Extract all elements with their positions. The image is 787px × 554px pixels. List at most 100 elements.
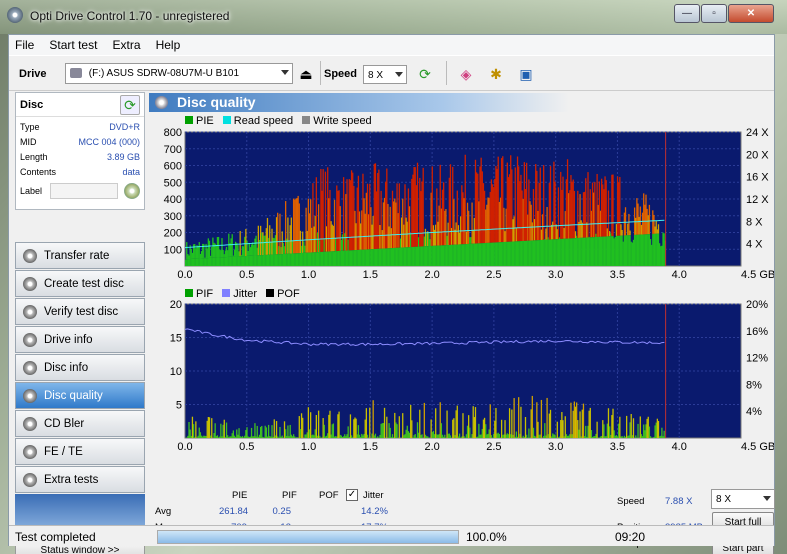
refresh-icon[interactable]: ⟳: [414, 63, 436, 85]
stats-avg-pie: 261.84: [219, 506, 249, 517]
y-tick-label: 5: [176, 400, 182, 412]
speed-label: Speed: [324, 68, 358, 80]
y-tick-label: 300: [164, 211, 182, 223]
disc-value: 3.89 GB: [106, 152, 140, 162]
legend-label: Jitter: [233, 288, 258, 300]
nav-label: Create test disc: [44, 278, 124, 290]
jitter-checkbox[interactable]: ✓: [346, 489, 358, 501]
test-speed-select[interactable]: 8 X: [711, 489, 775, 509]
chevron-down-icon: [395, 72, 403, 77]
legend-swatch: [222, 116, 231, 124]
x-tick-label: 0.5: [239, 269, 254, 281]
legend-label: PIE: [196, 115, 214, 127]
stats-header-pof: POF: [319, 490, 339, 501]
y-right-tick-label: 20%: [746, 300, 768, 311]
progress-fill: [158, 531, 458, 543]
create-disc-icon: [23, 277, 37, 291]
x-tick-label: 2.5: [486, 441, 501, 453]
settings-icon[interactable]: ✱: [485, 63, 507, 85]
y-right-tick-label: 16%: [746, 326, 768, 338]
nav-label: Drive info: [44, 334, 93, 346]
progress-text: 100.0%: [466, 530, 507, 544]
y-right-tick-label: 24 X: [746, 128, 769, 139]
eject-icon[interactable]: ⏏: [295, 63, 317, 85]
menu-file[interactable]: File: [9, 35, 40, 52]
nav-disc-info[interactable]: Disc info: [15, 354, 145, 381]
nav-disc-quality[interactable]: Disc quality: [15, 382, 145, 409]
chart2-legend: PIF Jitter POF: [179, 288, 300, 300]
progress-bar: [157, 530, 459, 544]
disc-value: MCC 004 (000): [78, 137, 140, 147]
y-right-tick-label: 16 X: [746, 172, 769, 184]
nav-fe-te[interactable]: FE / TE: [15, 438, 145, 465]
nav-cd-bler[interactable]: CD Bler: [15, 410, 145, 437]
x-tick-label: 1.5: [363, 441, 378, 453]
legend-swatch: [302, 116, 311, 124]
disc-info-box: Disc ⟳ Type DVD+R MID MCC 004 (000) Leng…: [15, 92, 145, 210]
x-tick-label: 1.0: [301, 269, 316, 281]
panel-title: Disc quality: [177, 94, 256, 110]
x-tick-label: 3.5: [610, 269, 625, 281]
label-input[interactable]: [50, 183, 118, 199]
disc-key: MID: [20, 137, 37, 147]
x-tick-label: 2.0: [424, 441, 439, 453]
y-tick-label: 600: [164, 161, 182, 173]
charts: PIE Read speed Write speed 0.0 0.5 1.0 1.5 2…: [149, 114, 774, 453]
nav-drive-info[interactable]: Drive info: [15, 326, 145, 353]
disc-key: Type: [20, 122, 40, 132]
x-tick-label: 1.5: [363, 269, 378, 281]
status-text: Test completed: [15, 530, 96, 544]
disc-row-type: Type DVD+R: [20, 122, 142, 136]
stats-header-jitter: Jitter: [363, 490, 384, 501]
x-tick-label: 3.5: [610, 441, 625, 453]
nav-extra-tests[interactable]: Extra tests: [15, 466, 145, 493]
legend-swatch: [185, 289, 193, 297]
disc-row-contents: Contents data: [20, 167, 142, 181]
x-tick-label: 0.5: [239, 441, 254, 453]
maximize-button[interactable]: ▫: [701, 4, 727, 23]
minimize-button[interactable]: —: [674, 4, 700, 23]
stats-row-label: Avg: [155, 506, 172, 517]
x-tick-label: 4.0: [672, 269, 687, 281]
eraser-icon[interactable]: ◈: [455, 63, 477, 85]
drive-label: Drive: [19, 68, 47, 80]
nav-label: Disc quality: [44, 390, 103, 402]
x-tick-label: 0.0: [177, 269, 192, 281]
disc-key: Contents: [20, 167, 57, 177]
x-tick-label: 0.0: [177, 441, 192, 453]
fe-te-icon: [23, 445, 37, 459]
label-apply-icon[interactable]: [124, 183, 140, 199]
disc-refresh-icon[interactable]: ⟳: [120, 95, 140, 115]
drive-select[interactable]: (F:) ASUS SDRW-08U7M-U B101: [65, 63, 293, 84]
nav-create-test-disc[interactable]: Create test disc: [15, 270, 145, 297]
nav-verify-test-disc[interactable]: Verify test disc: [15, 298, 145, 325]
legend-swatch: [266, 289, 275, 297]
x-tick-label: 4.5 GB: [741, 441, 774, 453]
panel-header: Disc quality: [149, 93, 569, 112]
speed-value: 7.88 X: [665, 496, 693, 507]
left-panel: Disc ⟳ Type DVD+R MID MCC 004 (000) Leng…: [15, 92, 145, 554]
toolbar-separator: [446, 61, 447, 85]
speed-select[interactable]: 8 X: [363, 65, 407, 84]
x-tick-label: 3.0: [548, 441, 563, 453]
nav-transfer-rate[interactable]: Transfer rate: [15, 242, 145, 269]
menu-extra[interactable]: Extra: [107, 35, 147, 52]
nav-label: CD Bler: [44, 418, 85, 430]
y-tick-label: 10: [170, 366, 182, 378]
y-tick-label: 15: [170, 333, 182, 345]
y-tick-label: 200: [164, 228, 182, 240]
title-bar: Opti Drive Control 1.70 - unregistered —…: [0, 0, 787, 34]
x-tick-label: 4.0: [672, 441, 687, 453]
toolbar-separator: [320, 61, 321, 85]
nav-label: Extra tests: [44, 474, 99, 486]
main-panel: Disc quality PIE Read speed Write speed …: [149, 92, 775, 554]
nav-label: Disc info: [44, 362, 89, 374]
close-button[interactable]: ✕: [728, 4, 774, 23]
legend-swatch: [222, 289, 231, 297]
legend-swatch: [185, 116, 193, 124]
x-tick-label: 4.5 GB: [741, 269, 774, 281]
disc-heading: Disc: [20, 99, 44, 111]
menu-help[interactable]: Help: [150, 35, 187, 52]
menu-start-test[interactable]: Start test: [43, 35, 103, 52]
save-icon[interactable]: ▣: [515, 63, 537, 85]
